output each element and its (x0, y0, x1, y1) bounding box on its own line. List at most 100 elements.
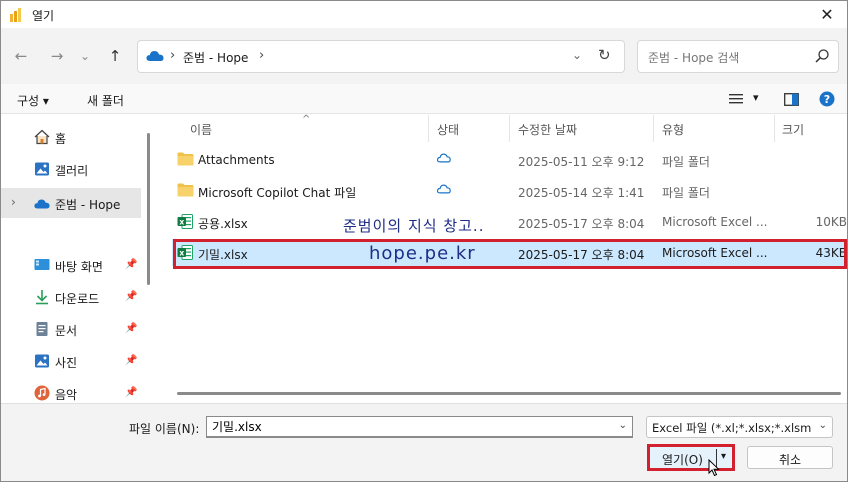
onedrive-cloud-icon (34, 199, 50, 209)
view-options-dropdown[interactable]: ▾ (753, 91, 759, 104)
up-button[interactable]: ↑ (103, 44, 127, 68)
folder-icon (177, 183, 194, 197)
arrow-up-icon: ↑ (108, 47, 122, 65)
chevron-down-icon[interactable]: ⌄ (619, 420, 627, 431)
sidebar-item-label: 준범 - Hope (55, 198, 121, 212)
pictures-icon (35, 354, 49, 368)
arrow-left-icon: ← (14, 47, 28, 65)
music-icon (34, 385, 50, 401)
onedrive-cloud-icon (146, 51, 164, 61)
search-placeholder: 준범 - Hope 검색 (648, 51, 740, 65)
download-icon (36, 290, 48, 305)
file-name: Attachments (198, 153, 275, 167)
open-button-label: 열기(O) (662, 453, 703, 467)
column-header-size[interactable]: 크기 (782, 121, 804, 138)
cancel-button[interactable]: 취소 (747, 446, 833, 469)
column-header-type[interactable]: 유형 (662, 121, 684, 138)
open-file-dialog: 열기 ✕ ← → ⌄ ↑ › 준범 - Hope › ⌄ ↻ 준범 - Hope… (0, 0, 848, 482)
sidebar-item-label: 홈 (55, 132, 67, 146)
column-divider[interactable] (509, 115, 510, 142)
sidebar-item-label: 다운로드 (55, 292, 100, 306)
title-bar: 열기 ✕ (1, 1, 847, 28)
filename-label: 파일 이름(N): (129, 422, 200, 436)
command-toolbar: 구성 ▾ 새 폴더 ▾ ? (1, 84, 847, 114)
file-name: 공용.xlsx (198, 217, 248, 231)
sidebar-item-documents[interactable]: 문서 📌 (1, 316, 141, 342)
pin-icon[interactable]: 📌 (125, 387, 137, 398)
sidebar-item-label: 바탕 화면 (55, 260, 103, 274)
filename-input[interactable] (212, 419, 607, 433)
sidebar-item-label: 음악 (55, 388, 78, 402)
column-divider[interactable] (774, 115, 775, 142)
refresh-icon[interactable]: ↻ (598, 46, 611, 64)
address-dropdown-icon[interactable]: ⌄ (572, 48, 582, 62)
navigation-pane-scrollbar[interactable] (147, 133, 150, 285)
recent-locations-button[interactable]: ⌄ (73, 44, 97, 68)
folder-icon (177, 152, 194, 166)
sidebar-item-downloads[interactable]: 다운로드 📌 (1, 284, 141, 310)
open-options-dropdown-icon[interactable]: ▾ (721, 451, 726, 462)
sort-ascending-icon: ^ (302, 114, 311, 125)
file-type: 파일 폴더 (662, 186, 710, 200)
file-modified: 2025-05-17 오후 8:04 (518, 217, 645, 231)
column-header-modified[interactable]: 수정한 날짜 (518, 121, 577, 138)
new-folder-button[interactable]: 새 폴더 (87, 92, 124, 109)
column-header-name[interactable]: 이름 (190, 121, 212, 138)
organize-menu[interactable]: 구성 ▾ (17, 92, 49, 109)
address-path[interactable]: 준범 - Hope (183, 49, 248, 66)
chevron-down-icon: ⌄ (79, 49, 91, 63)
file-row-attachments[interactable]: Attachments 2025-05-11 오후 9:12 파일 폴더 (172, 146, 847, 173)
pin-icon[interactable]: 📌 (125, 355, 137, 366)
highlight-box (173, 239, 847, 269)
horizontal-scrollbar[interactable] (177, 392, 841, 395)
file-type: 파일 폴더 (662, 155, 710, 169)
address-separator: › (170, 48, 176, 63)
sidebar-item-onedrive[interactable]: › 준범 - Hope (1, 188, 141, 218)
watermark-url: hope.pe.kr (369, 243, 476, 264)
chevron-down-icon[interactable]: ⌄ (819, 420, 827, 431)
column-divider[interactable] (428, 115, 429, 142)
open-button[interactable]: 열기(O) ▾ (647, 444, 735, 471)
close-button[interactable]: ✕ (807, 1, 847, 28)
sidebar-item-home[interactable]: 홈 (1, 124, 141, 150)
gallery-icon (35, 162, 49, 176)
desktop-icon (34, 259, 50, 270)
address-separator[interactable]: › (259, 48, 264, 63)
dialog-footer: 파일 이름(N): ⌄ Excel 파일 (*.xl;*.xlsx;*.xlsm… (1, 403, 847, 481)
back-button[interactable]: ← (9, 44, 33, 68)
forward-button[interactable]: → (45, 44, 69, 68)
pin-icon[interactable]: 📌 (125, 291, 137, 302)
window-title: 열기 (32, 9, 55, 23)
file-row-copilot-chat[interactable]: Microsoft Copilot Chat 파일 2025-05-14 오후 … (172, 177, 847, 204)
file-type-filter-value: Excel 파일 (*.xl;*.xlsx;*.xlsm;*.x (652, 421, 812, 435)
address-bar[interactable]: › 준범 - Hope › ⌄ ↻ (137, 40, 625, 73)
file-row-public-xlsx[interactable]: x 공용.xlsx 2025-05-17 오후 8:04 Microsoft E… (172, 208, 847, 235)
home-icon (34, 129, 50, 145)
preview-pane-icon[interactable] (784, 93, 799, 106)
cancel-button-label: 취소 (778, 453, 802, 467)
sidebar-item-label: 사진 (55, 356, 78, 370)
pin-icon[interactable]: 📌 (125, 259, 137, 270)
search-icon (815, 49, 829, 63)
column-header-status[interactable]: 상태 (437, 121, 459, 138)
search-box[interactable]: 준범 - Hope 검색 (637, 40, 839, 73)
navigation-bar: ← → ⌄ ↑ › 준범 - Hope › ⌄ ↻ 준범 - Hope 검색 (1, 28, 847, 84)
file-modified: 2025-05-11 오후 9:12 (518, 155, 645, 169)
sidebar-item-gallery[interactable]: 갤러리 (1, 156, 141, 182)
sidebar-item-desktop[interactable]: 바탕 화면 📌 (1, 252, 141, 278)
column-divider[interactable] (653, 115, 654, 142)
sidebar-item-pictures[interactable]: 사진 📌 (1, 348, 141, 374)
arrow-right-icon: → (50, 47, 64, 65)
filename-field[interactable]: ⌄ (206, 416, 633, 438)
close-icon: ✕ (820, 5, 834, 24)
documents-icon (36, 322, 48, 336)
file-size: 10KB (815, 215, 847, 229)
app-bars-icon (10, 8, 21, 22)
pin-icon[interactable]: 📌 (125, 323, 137, 334)
chevron-right-icon[interactable]: › (11, 195, 16, 209)
cloud-status-icon (437, 184, 451, 194)
file-modified: 2025-05-14 오후 1:41 (518, 186, 645, 200)
help-icon[interactable]: ? (819, 91, 835, 107)
view-list-icon[interactable] (729, 93, 743, 105)
file-type-filter[interactable]: Excel 파일 (*.xl;*.xlsx;*.xlsm;*.x ⌄ (646, 416, 833, 438)
